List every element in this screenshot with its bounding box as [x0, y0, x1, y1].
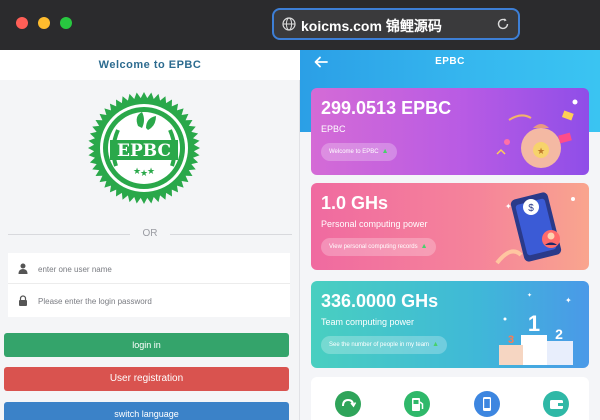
close-window-button[interactable]: [16, 17, 28, 29]
maximize-window-button[interactable]: [60, 17, 72, 29]
team-members-button-label: See the number of people in my team: [329, 342, 430, 348]
arrow-up-icon: ▲: [432, 341, 439, 348]
svg-text:✦: ✦: [565, 296, 572, 305]
register-button[interactable]: User registration: [4, 367, 289, 391]
welcome-button-label: Welcome to EPBC: [329, 149, 379, 155]
dashboard-pane: EPBC 299.0513 EPBC EPBC Welcome to EPBC ▲…: [300, 50, 600, 420]
phone-illustration: $ ✦: [495, 192, 575, 265]
svg-text:✦: ✦: [505, 202, 512, 211]
welcome-button[interactable]: Welcome to EPBC ▲: [321, 143, 397, 161]
personal-power-card: 1.0 GHs Personal computing power View pe…: [311, 183, 589, 270]
personal-records-button-label: View personal computing records: [329, 244, 418, 250]
team-power-label: Team computing power: [321, 317, 415, 327]
svg-text:★: ★: [147, 166, 155, 176]
login-button[interactable]: login in: [4, 333, 289, 357]
arrow-up-icon: ▲: [381, 148, 389, 155]
viewport: Welcome to EPBC EPBC ★ ★ ★ OR enter one …: [0, 50, 600, 420]
login-form: [8, 253, 290, 317]
balance-card: 299.0513 EPBC EPBC Welcome to EPBC ▲ ★: [311, 88, 589, 175]
password-row: [8, 285, 290, 316]
title-bar: koicms.com 锦鲤源码: [0, 0, 600, 50]
svg-text:★: ★: [537, 146, 545, 156]
balance-value: 299.0513 EPBC: [321, 98, 452, 118]
lock-icon: [19, 295, 27, 306]
or-divider: OR: [0, 228, 300, 242]
svg-text:$: $: [528, 203, 534, 214]
team-members-button[interactable]: See the number of people in my team ▲: [321, 336, 447, 354]
tools-panel: [311, 377, 589, 420]
login-pane: Welcome to EPBC EPBC ★ ★ ★ OR enter one …: [0, 50, 300, 420]
dashboard-title: EPBC: [435, 56, 465, 67]
refresh-icon[interactable]: [335, 391, 361, 417]
address-bar[interactable]: koicms.com 锦鲤源码: [272, 8, 520, 40]
fuel-icon[interactable]: [404, 391, 430, 417]
epbc-seal-logo: EPBC ★ ★ ★: [88, 92, 200, 204]
svg-text:✦: ✦: [527, 292, 532, 299]
user-icon: [18, 263, 28, 274]
reload-icon[interactable]: [496, 17, 510, 31]
minimize-window-button[interactable]: [38, 17, 50, 29]
username-input[interactable]: [38, 259, 278, 279]
svg-text:2: 2: [555, 326, 563, 342]
switch-language-button[interactable]: switch language: [4, 402, 289, 420]
password-input[interactable]: [38, 291, 278, 311]
url-text: koicms.com 锦鲤源码: [301, 18, 442, 34]
username-row: [8, 253, 290, 284]
arrow-up-icon: ▲: [420, 243, 428, 250]
personal-records-button[interactable]: View personal computing records ▲: [321, 238, 436, 256]
globe-icon: [282, 17, 296, 31]
browser-window: koicms.com 锦鲤源码 Welcome to EPBC EPBC ★ ★…: [0, 0, 600, 420]
personal-power-value: 1.0 GHs: [321, 193, 389, 213]
seal-text: EPBC: [117, 141, 171, 161]
balance-label: EPBC: [321, 124, 346, 134]
wallet-icon[interactable]: [543, 391, 569, 417]
podium-illustration: 1 2 3 ✦ ✦: [499, 292, 573, 365]
team-power-value: 336.0000 GHs: [321, 291, 439, 311]
team-power-card: 336.0000 GHs Team computing power See th…: [311, 281, 589, 368]
money-bag-illustration: ★: [496, 99, 578, 168]
personal-power-label: Personal computing power: [321, 219, 428, 229]
phone-icon[interactable]: [474, 391, 500, 417]
svg-text:3: 3: [508, 334, 514, 346]
login-header-title: Welcome to EPBC: [0, 50, 300, 80]
svg-text:1: 1: [528, 311, 540, 336]
